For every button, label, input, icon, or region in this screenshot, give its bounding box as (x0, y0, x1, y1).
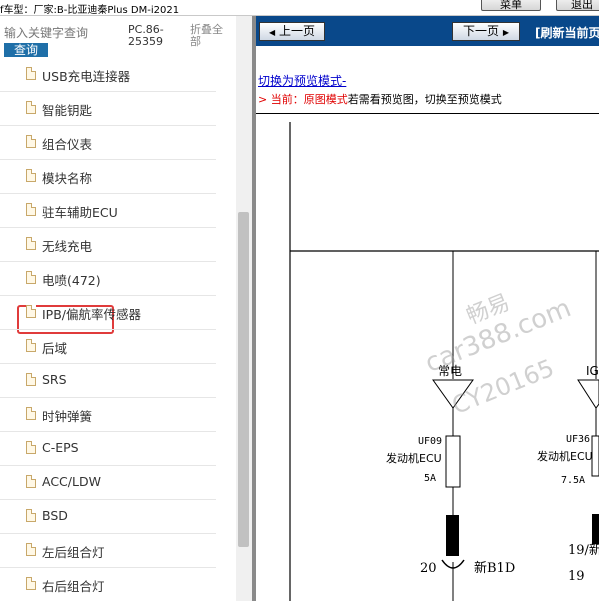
label-ig: IG (586, 364, 599, 378)
prev-page-label: 上一页 (278, 24, 315, 38)
exit-button[interactable]: 退出 (556, 0, 599, 11)
tree-item[interactable]: 驻车辅助ECU (0, 194, 216, 228)
tree-item-label: 无线充电 (42, 239, 93, 254)
search-row: 输入关键字查询 查询 PC.86-25359 折叠全部 (0, 16, 236, 62)
fuse-1-box (445, 435, 461, 488)
file-icon (26, 339, 36, 352)
tree-item-label: 组合仪表 (42, 137, 93, 152)
tree-item-label: 模块名称 (42, 171, 93, 186)
left-navigation-pane: 输入关键字查询 查询 PC.86-25359 折叠全部 USB充电连接器 智能钥匙… (0, 16, 252, 601)
switch-preview-link[interactable]: 切换为预览模式- (258, 72, 346, 89)
tree-item-label: ACC/LDW (42, 474, 101, 489)
tree-item-label: 时钟弹簧 (42, 409, 93, 424)
next-page-button[interactable]: 下一页 ▶ (452, 22, 520, 41)
tree-item-label: USB充电连接器 (42, 69, 131, 84)
file-icon (26, 135, 36, 148)
fuse-2-box (591, 435, 599, 477)
tree-item[interactable]: 模块名称 (0, 160, 216, 194)
vehicle-title: f车型：厂家:B-比亚迪秦Plus DM-i2021 (0, 5, 180, 16)
fuse-1-code: UF09 (418, 436, 442, 447)
tree-item[interactable]: BSD (0, 500, 216, 534)
tree-item-label: 右后组合灯 (42, 579, 105, 594)
connector-2-block (592, 514, 599, 544)
tree-item-label: IPB/偏航率传感器 (42, 307, 142, 322)
mode-value: 原图模式 (303, 93, 348, 106)
search-input[interactable]: 输入关键字查询 (4, 24, 118, 41)
mode-hint: 若需看预览图，切换至预览模式 (347, 93, 502, 106)
file-icon (26, 169, 36, 182)
tree-item[interactable]: IPB/偏航率传感器 (0, 296, 216, 330)
ground-triangle-2 (577, 379, 599, 409)
prev-page-button[interactable]: ◀ 上一页 (259, 22, 325, 41)
tree-item[interactable]: USB充电连接器 (0, 58, 216, 92)
tree-item-label: BSD (42, 508, 68, 523)
tree-item[interactable]: 无线充电 (0, 228, 216, 262)
tree-item-label: 驻车辅助ECU (42, 205, 118, 220)
tree-item[interactable]: ACC/LDW (0, 466, 216, 500)
tree-item[interactable]: 左后组合灯 (0, 534, 216, 568)
search-button[interactable]: 查询 (4, 43, 48, 57)
tree-item[interactable]: 右后组合灯 (0, 568, 216, 601)
pin-19-label: 19 (568, 569, 585, 584)
tree-item-label: SRS (42, 372, 67, 387)
file-icon (26, 203, 36, 216)
menu-button[interactable]: 菜单 (481, 0, 541, 11)
fuse-1-rating: 5A (424, 473, 436, 484)
file-icon (26, 441, 36, 454)
pin-20-label: 20 (420, 561, 437, 576)
tree-item[interactable]: C-EPS (0, 432, 216, 466)
tree-item-label: 后域 (42, 341, 68, 356)
refresh-page-button[interactable]: [刷新当前页] (535, 24, 599, 41)
viewer-navbar: ◀ 上一页 下一页 ▶ [刷新当前页] (256, 16, 599, 46)
tree-item[interactable]: 后域 (0, 330, 216, 364)
tree-item-label: 左后组合灯 (42, 545, 105, 560)
diagram-viewer-pane: ◀ 上一页 下一页 ▶ [刷新当前页] 切换为预览模式- > 当前：原图模式若需… (256, 16, 599, 601)
file-icon (26, 237, 36, 250)
mode-prefix: > 当前： (258, 93, 304, 106)
tree-item-label: 智能钥匙 (42, 103, 93, 118)
fuse-1-desc: 发动机ECU (386, 451, 442, 465)
tree-item[interactable]: 电喷(472) (0, 262, 216, 296)
file-icon (26, 509, 36, 522)
scrollbar-thumb[interactable] (238, 212, 249, 547)
file-icon (26, 271, 36, 284)
tree-item[interactable]: 智能钥匙 (0, 92, 216, 126)
file-icon (26, 373, 36, 386)
file-icon (26, 101, 36, 114)
tree-item[interactable]: 时钟弹簧 (0, 398, 216, 432)
tree-item[interactable]: 组合仪表 (0, 126, 216, 160)
file-icon (26, 67, 36, 80)
left-arrow-icon: ◀ (269, 28, 276, 37)
app-title-bar: f车型：厂家:B-比亚迪秦Plus DM-i2021 菜单 退出 (0, 0, 599, 16)
pin-19-new-label: 19/新 (568, 542, 599, 558)
collapse-all-button[interactable]: 折叠全部 (190, 24, 230, 48)
fuse-2-code: UF36 (566, 434, 590, 445)
tree-item-label: C-EPS (42, 440, 79, 455)
right-arrow-icon: ▶ (502, 28, 509, 37)
file-icon (26, 577, 36, 590)
file-icon (26, 305, 36, 318)
file-icon (26, 407, 36, 420)
file-icon (26, 475, 36, 488)
pc-code-label: PC.86-25359 (128, 23, 164, 48)
left-vertical-scrollbar[interactable] (236, 16, 252, 601)
fuse-2-desc: 发动机ECU (537, 449, 593, 463)
connector-label: 新B1D (474, 560, 515, 576)
module-tree-list: USB充电连接器 智能钥匙组合仪表模块名称驻车辅助ECU 无线充电电喷(472) IP… (0, 58, 236, 601)
fuse-2-rating: 7.5A (561, 475, 585, 486)
tree-item-label: 电喷(472) (42, 273, 101, 288)
file-icon (26, 543, 36, 556)
connector-1-block (446, 515, 459, 556)
next-page-label: 下一页 (463, 24, 500, 38)
current-mode-line: > 当前：原图模式若需看预览图，切换至预览模式 (258, 91, 502, 107)
tree-item[interactable]: SRS (0, 364, 216, 398)
